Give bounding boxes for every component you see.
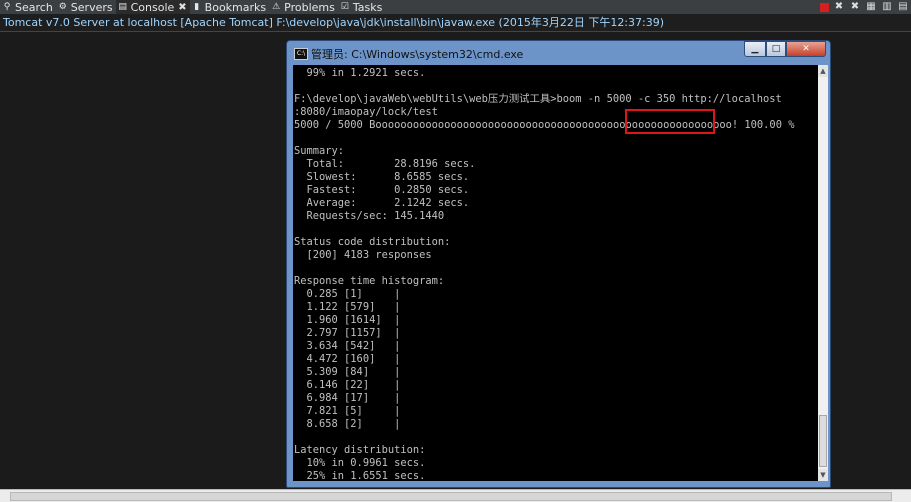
cmd-window-title: 管理员: C:\Windows\system32\cmd.exe <box>311 48 524 61</box>
clear-console-icon[interactable]: ▦ <box>865 1 877 13</box>
minimize-icon: ▁ <box>751 44 759 54</box>
console-title: Tomcat v7.0 Server at localhost [Apache … <box>0 14 911 32</box>
minimize-button[interactable]: ▁ <box>744 41 766 57</box>
cmd-line <box>294 223 794 236</box>
cmd-line: 1.122 [579] | <box>294 301 401 313</box>
cmd-line: Response time histogram: <box>294 275 445 287</box>
window-controls: ▁ □ ✕ <box>744 41 826 57</box>
maximize-icon: □ <box>771 44 781 54</box>
problems-icon: ⚠ <box>272 2 281 12</box>
cmd-line: [200] 4183 responses <box>294 249 432 261</box>
cmd-line: 7.821 [5] | <box>294 405 401 417</box>
cmd-line: 10% in 0.9961 secs. <box>294 457 426 469</box>
scroll-down-icon[interactable]: ▼ <box>818 469 828 481</box>
tab-label: Search <box>15 0 53 14</box>
cmd-line: F:\develop\javaWeb\webUtils\web压力测试工具>bo… <box>294 93 782 105</box>
tab-servers[interactable]: ⚙ Servers <box>56 0 116 14</box>
cmd-line: 6.146 [22] | <box>294 379 401 391</box>
close-icon[interactable]: ✖ <box>178 2 186 13</box>
cmd-line: 0.285 [1] | <box>294 288 401 300</box>
tab-console[interactable]: ▤ Console ✖ <box>115 0 190 14</box>
tab-label: Tasks <box>352 0 383 14</box>
scroll-lock-icon[interactable]: ▥ <box>881 1 893 13</box>
cmd-line: Average: 2.1242 secs. <box>294 197 470 209</box>
remove-all-icon[interactable]: ✖ <box>849 1 861 13</box>
search-icon: ⚲ <box>3 2 11 12</box>
cmd-line <box>294 132 794 145</box>
tab-label: Bookmarks <box>204 0 267 14</box>
console-toolbar: ✖ ✖ ▦ ▥ ▤ <box>820 0 909 14</box>
cmd-output: 99% in 1.2921 secs. F:\develop\javaWeb\w… <box>294 67 794 481</box>
maximize-button[interactable]: □ <box>766 41 786 57</box>
cmd-line: Status code distribution: <box>294 236 451 248</box>
cmd-line: 5.309 [84] | <box>294 366 401 378</box>
cmd-line: :8080/imaopay/lock/test <box>294 106 438 118</box>
tab-search[interactable]: ⚲ Search <box>0 0 56 14</box>
cmd-line: 8.658 [2] | <box>294 418 401 430</box>
scrollbar-thumb[interactable] <box>819 415 827 467</box>
cmd-vertical-scrollbar[interactable]: ▲ ▼ <box>818 65 828 481</box>
view-tab-bar: ⚲ Search ⚙ Servers ▤ Console ✖ ▮ Bookmar… <box>0 0 911 14</box>
cmd-line: Latency distribution: <box>294 444 426 456</box>
cmd-line: 99% in 1.2921 secs. <box>294 67 426 79</box>
cmd-line: 25% in 1.6551 secs. <box>294 470 426 481</box>
cmd-line: 5000 / 5000 Booooooooooooooooooooooooooo… <box>294 119 795 131</box>
tab-label: Console <box>130 0 175 14</box>
cmd-line: 6.984 [17] | <box>294 392 401 404</box>
cmd-line: 3.634 [542] | <box>294 340 401 352</box>
cmd-app-icon[interactable]: C:\ <box>294 48 308 60</box>
cmd-line: 2.797 [1157] | <box>294 327 401 339</box>
cmd-line: Total: 28.8196 secs. <box>294 158 476 170</box>
cmd-window[interactable]: C:\ 管理员: C:\Windows\system32\cmd.exe ▁ □… <box>286 40 831 488</box>
scroll-up-icon[interactable]: ▲ <box>818 65 828 77</box>
scrollbar-thumb[interactable] <box>10 492 892 501</box>
pin-console-icon[interactable]: ▤ <box>897 1 909 13</box>
annotation-red-box <box>625 109 715 134</box>
remove-launch-icon[interactable]: ✖ <box>833 1 845 13</box>
cmd-line: Slowest: 8.6585 secs. <box>294 171 470 183</box>
console-icon: ▤ <box>118 2 127 12</box>
close-icon: ✕ <box>802 44 810 54</box>
cmd-line: Fastest: 0.2850 secs. <box>294 184 470 196</box>
cmd-screen[interactable]: 99% in 1.2921 secs. F:\develop\javaWeb\w… <box>293 65 818 481</box>
tasks-icon: ☑ <box>340 2 349 12</box>
cmd-line: 4.472 [160] | <box>294 353 401 365</box>
cmd-line: Requests/sec: 145.1440 <box>294 210 445 222</box>
cmd-title-bar[interactable]: C:\ 管理员: C:\Windows\system32\cmd.exe ▁ □… <box>287 41 830 65</box>
tab-label: Problems <box>284 0 335 14</box>
servers-icon: ⚙ <box>58 2 67 12</box>
tab-label: Servers <box>70 0 113 14</box>
cmd-line: 1.960 [1614] | <box>294 314 401 326</box>
cmd-line <box>294 262 794 275</box>
tab-bookmarks[interactable]: ▮ Bookmarks <box>190 0 269 14</box>
cmd-line <box>294 80 794 93</box>
tab-problems[interactable]: ⚠ Problems <box>269 0 338 14</box>
close-button[interactable]: ✕ <box>786 41 826 57</box>
cmd-line: Summary: <box>294 145 345 157</box>
console-horizontal-scrollbar[interactable] <box>0 489 911 502</box>
bookmark-icon: ▮ <box>194 2 200 12</box>
tab-tasks[interactable]: ☑ Tasks <box>338 0 385 14</box>
cmd-line <box>294 431 794 444</box>
terminate-icon[interactable] <box>820 3 829 12</box>
